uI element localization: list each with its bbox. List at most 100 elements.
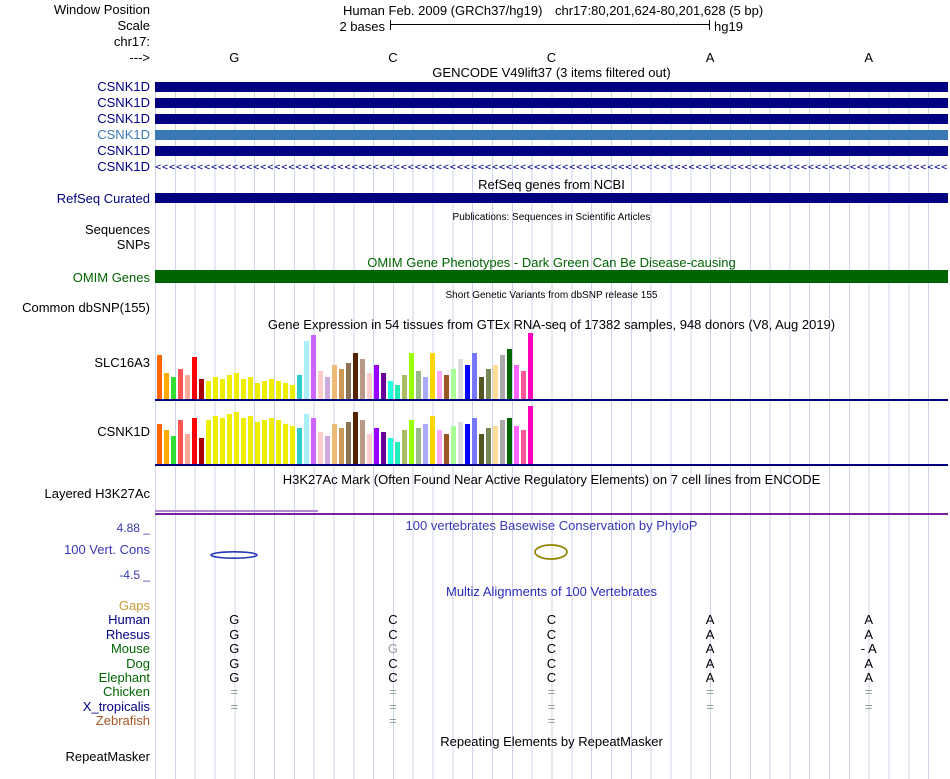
gtex-tissue-bar[interactable]	[276, 381, 281, 399]
gtex-tissue-bar[interactable]	[297, 375, 302, 399]
gtex-tissue-bar[interactable]	[444, 375, 449, 399]
gtex-tissue-bar[interactable]	[402, 430, 407, 464]
repeatmasker-title[interactable]: Repeating Elements by RepeatMasker	[155, 735, 948, 749]
gtex-tissue-bar[interactable]	[500, 355, 505, 399]
phylop-title[interactable]: 100 vertebrates Basewise Conservation by…	[155, 519, 948, 533]
gtex-tissue-bar[interactable]	[269, 418, 274, 464]
gtex-tissue-bar[interactable]	[325, 436, 330, 464]
gencode-item-label[interactable]: CSNK1D	[0, 128, 150, 142]
gtex-tissue-bar[interactable]	[360, 359, 365, 399]
gtex-tissue-bar[interactable]	[451, 369, 456, 399]
gtex-tissue-bar[interactable]	[346, 363, 351, 399]
gtex-tissue-bar[interactable]	[381, 432, 386, 464]
gtex-tissue-bar[interactable]	[486, 428, 491, 464]
gtex-tissue-bar[interactable]	[465, 365, 470, 399]
gtex-tissue-bar[interactable]	[304, 414, 309, 464]
gtex-tissue-bar[interactable]	[206, 381, 211, 399]
gtex-tissue-bar[interactable]	[220, 379, 225, 399]
gtex-tissue-bar[interactable]	[192, 357, 197, 399]
gencode-item-bar[interactable]	[155, 114, 948, 124]
gtex-tissue-bar[interactable]	[437, 430, 442, 464]
gtex-gene2-label[interactable]: CSNK1D	[0, 425, 150, 439]
gtex-tissue-bar[interactable]	[318, 371, 323, 399]
gtex-tissue-bar[interactable]	[164, 430, 169, 464]
gtex-tissue-bar[interactable]	[171, 377, 176, 399]
gtex-tissue-bar[interactable]	[227, 375, 232, 399]
h3k27ac-signal-light[interactable]	[155, 510, 318, 512]
gtex-title[interactable]: Gene Expression in 54 tissues from GTEx …	[155, 318, 948, 332]
gtex-tissue-bar[interactable]	[262, 381, 267, 399]
gtex-tissue-bar[interactable]	[213, 377, 218, 399]
gtex-tissue-bar[interactable]	[178, 420, 183, 464]
gtex-tissue-bar[interactable]	[304, 341, 309, 399]
gtex-tissue-bar[interactable]	[367, 434, 372, 464]
gtex-tissue-bar[interactable]	[458, 359, 463, 399]
gtex-tissue-bar[interactable]	[157, 355, 162, 399]
vert-cons-label[interactable]: 100 Vert. Cons	[0, 543, 150, 557]
gtex-tissue-bar[interactable]	[458, 422, 463, 464]
gencode-item-label[interactable]: CSNK1D	[0, 160, 150, 174]
gtex-tissue-bar[interactable]	[262, 420, 267, 464]
gtex-tissue-bar[interactable]	[493, 365, 498, 399]
gtex-tissue-bar[interactable]	[227, 414, 232, 464]
phylop-wiggle-glyph-left[interactable]	[208, 549, 260, 561]
gencode-item-arrows[interactable]: <<<<<<<<<<<<<<<<<<<<<<<<<<<<<<<<<<<<<<<<…	[155, 162, 948, 173]
gtex-tissue-bar[interactable]	[346, 422, 351, 464]
gtex-tissue-bar[interactable]	[234, 373, 239, 399]
gtex-tissue-bar[interactable]	[500, 420, 505, 464]
gencode-item-label[interactable]: CSNK1D	[0, 144, 150, 158]
multiz-species-label[interactable]: Dog	[0, 657, 150, 671]
gencode-item-label[interactable]: CSNK1D	[0, 80, 150, 94]
gtex-tissue-bar[interactable]	[311, 335, 316, 399]
multiz-species-label[interactable]: Human	[0, 613, 150, 627]
gtex-tissue-bar[interactable]	[283, 383, 288, 399]
gtex-tissue-bar[interactable]	[178, 369, 183, 399]
gtex-tissue-bar[interactable]	[297, 428, 302, 464]
gtex-tissue-bar[interactable]	[213, 416, 218, 464]
common-dbsnp-label[interactable]: Common dbSNP(155)	[0, 301, 150, 315]
multiz-species-label[interactable]: Gaps	[0, 599, 150, 613]
gencode-item-label[interactable]: CSNK1D	[0, 112, 150, 126]
gtex-tissue-bar[interactable]	[248, 377, 253, 399]
gtex-tissue-bar[interactable]	[283, 424, 288, 464]
multiz-title[interactable]: Multiz Alignments of 100 Vertebrates	[155, 585, 948, 599]
refseq-curated-bar[interactable]	[155, 193, 948, 203]
gtex-tissue-bar[interactable]	[528, 333, 533, 399]
gtex-tissue-bar[interactable]	[381, 373, 386, 399]
gtex-tissue-bar[interactable]	[374, 365, 379, 399]
gtex-tissue-bar[interactable]	[395, 385, 400, 399]
gtex-tissue-bar[interactable]	[332, 365, 337, 399]
omim-genes-bar[interactable]	[155, 270, 948, 283]
gtex-tissue-bar[interactable]	[409, 420, 414, 464]
h3k27ac-signal[interactable]	[155, 513, 948, 515]
h3k27ac-title[interactable]: H3K27Ac Mark (Often Found Near Active Re…	[155, 473, 948, 487]
sequences-label[interactable]: Sequences	[0, 223, 150, 237]
gtex-tissue-bar[interactable]	[171, 436, 176, 464]
gtex-tissue-bar[interactable]	[444, 434, 449, 464]
refseq-title[interactable]: RefSeq genes from NCBI	[155, 178, 948, 192]
gtex-tissue-bar[interactable]	[234, 412, 239, 464]
gtex-tissue-bar[interactable]	[185, 375, 190, 399]
gtex-tissue-bar[interactable]	[486, 369, 491, 399]
gtex-tissue-bar[interactable]	[185, 434, 190, 464]
gtex-tissue-bar[interactable]	[416, 371, 421, 399]
gtex-tissue-bar[interactable]	[388, 381, 393, 399]
gencode-item-bar[interactable]	[155, 82, 948, 92]
gtex-tissue-bar[interactable]	[192, 418, 197, 464]
gtex-tissue-bar[interactable]	[206, 420, 211, 464]
gencode-item-bar[interactable]	[155, 146, 948, 156]
multiz-species-label[interactable]: X_tropicalis	[0, 700, 150, 714]
gtex-tissue-bar[interactable]	[248, 416, 253, 464]
gencode-item-label[interactable]: CSNK1D	[0, 96, 150, 110]
gtex-tissue-bar[interactable]	[255, 422, 260, 464]
gencode-title[interactable]: GENCODE V49lift37 (3 items filtered out)	[155, 66, 948, 80]
repeatmasker-label[interactable]: RepeatMasker	[0, 750, 150, 764]
gtex-tissue-bar[interactable]	[325, 377, 330, 399]
omim-genes-label[interactable]: OMIM Genes	[0, 271, 150, 285]
gtex-tissue-bar[interactable]	[360, 420, 365, 464]
gtex-tissue-bar[interactable]	[255, 383, 260, 399]
gtex-tissue-bar[interactable]	[465, 424, 470, 464]
gtex-tissue-bar[interactable]	[339, 428, 344, 464]
gencode-item-bar[interactable]	[155, 130, 948, 140]
gtex-tissue-bar[interactable]	[332, 424, 337, 464]
